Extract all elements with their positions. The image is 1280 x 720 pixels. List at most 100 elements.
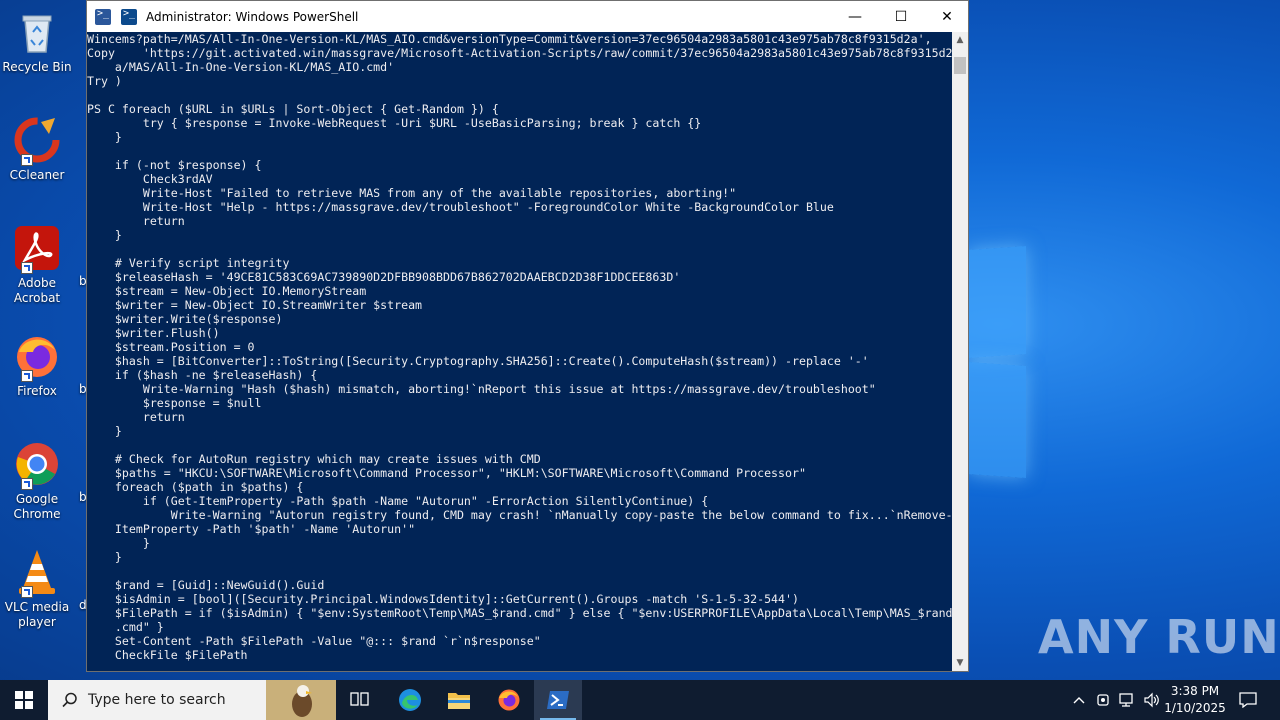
task-view-button[interactable] [336, 680, 384, 720]
desktop-icon-label: CCleaner [9, 168, 65, 182]
console-line: PS C foreach ($URL in $URLs | Sort-Objec… [87, 102, 499, 116]
taskbar-edge[interactable] [386, 680, 434, 720]
console-line: } [87, 228, 122, 242]
console-line: $isAdmin = [bool]([Security.Principal.Wi… [87, 592, 799, 606]
ccleaner-icon [13, 116, 61, 166]
volume-icon [1144, 692, 1159, 708]
console-line: $paths = "HKCU:\SOFTWARE\Microsoft\Comma… [87, 466, 806, 480]
windows-start-icon [15, 691, 33, 709]
console-line: Check3rdAV [87, 172, 213, 186]
tray-cloud[interactable] [1092, 680, 1114, 720]
taskbar: Type here to search 3:38 PM 1/10/2025 [0, 680, 1280, 720]
chevron-up-icon [1073, 697, 1085, 704]
console-line: } [87, 424, 122, 438]
powershell-icon [547, 691, 569, 709]
scrollbar-thumb[interactable] [954, 57, 966, 74]
window-titlebar[interactable]: Administrator: Windows PowerShell — ☐ ✕ [87, 1, 968, 32]
console-line: # Verify script integrity [87, 256, 290, 270]
taskbar-clock[interactable]: 3:38 PM 1/10/2025 [1162, 683, 1228, 717]
console-line: a/MAS/All-In-One-Version-KL/MAS_AIO.cmd' [87, 60, 395, 74]
scroll-down-arrow-icon[interactable]: ▼ [952, 655, 968, 671]
console-line: .cmd" } [87, 620, 164, 634]
console-line: $writer = New-Object IO.StreamWriter $st… [87, 298, 423, 312]
console-line: $hash = [BitConverter]::ToString([Securi… [87, 354, 869, 368]
console-line: foreach ($path in $paths) { [87, 480, 304, 494]
console-line: $stream = New-Object IO.MemoryStream [87, 284, 367, 298]
desktop-icon-google-chrome[interactable]: Google Chrome [2, 440, 72, 522]
console-line: return [87, 410, 185, 424]
maximize-button[interactable]: ☐ [878, 1, 924, 32]
search-highlight-bird-icon [266, 680, 336, 720]
tray-volume[interactable] [1140, 680, 1164, 720]
console-line: } [87, 536, 150, 550]
clock-date: 1/10/2025 [1164, 701, 1226, 715]
desktop-icon-label: Recycle Bin [2, 60, 72, 74]
console-line: $writer.Write($response) [87, 312, 283, 326]
taskbar-firefox[interactable] [485, 680, 533, 720]
console-line: Write-Host "Failed to retrieve MAS from … [87, 186, 737, 200]
console-line: if ($hash -ne $releaseHash) { [87, 368, 318, 382]
desktop-icon-label: Google Chrome [13, 492, 61, 521]
firefox-icon [13, 332, 61, 382]
anyrun-watermark: ANY RUN [1038, 610, 1280, 664]
console-line: ItemProperty -Path '$path' -Name 'Autoru… [87, 522, 416, 536]
close-button[interactable]: ✕ [924, 1, 970, 32]
window-title: Administrator: Windows PowerShell [146, 9, 359, 24]
desktop-icon-adobe-acrobat[interactable]: Adobe Acrobat [2, 224, 72, 306]
cloud-icon [1097, 694, 1109, 706]
console-line: Write-Warning "Hash ($hash) mismatch, ab… [87, 382, 876, 396]
recycle-bin-icon [13, 8, 61, 56]
desktop-icon-vlc[interactable]: VLC media player [2, 548, 72, 630]
powershell-icon [95, 8, 111, 25]
console-line: Write-Warning "Autorun registry found, C… [87, 508, 953, 522]
desktop-icon-ccleaner[interactable]: CCleaner [2, 116, 72, 183]
adobe-acrobat-icon [13, 224, 61, 274]
taskbar-file-explorer[interactable] [435, 680, 483, 720]
desktop-icon-recycle-bin[interactable]: Recycle Bin [2, 8, 72, 75]
minimize-button[interactable]: — [832, 1, 878, 32]
shortcut-arrow-icon [21, 154, 33, 166]
show-hidden-icons-button[interactable] [1068, 680, 1090, 720]
action-center-button[interactable] [1234, 680, 1262, 720]
desktop-icon-label: Firefox [17, 384, 57, 398]
console-line: Set-Content -Path $FilePath -Value "@:::… [87, 634, 541, 648]
taskbar-search-box[interactable]: Type here to search [48, 680, 336, 720]
console-line: $writer.Flush() [87, 326, 220, 340]
edge-icon [399, 689, 421, 711]
firefox-icon [498, 689, 520, 711]
desktop-icon-firefox[interactable]: Firefox [2, 332, 72, 399]
notification-icon [1239, 692, 1257, 708]
console-line: # Check for AutoRun registry which may c… [87, 452, 541, 466]
shortcut-arrow-icon [21, 370, 33, 382]
shortcut-arrow-icon [21, 262, 33, 274]
vertical-scrollbar[interactable]: ▲ ▼ [952, 32, 968, 671]
console-line: $FilePath = if ($isAdmin) { "$env:System… [87, 606, 953, 620]
desktop-icon-label: Adobe Acrobat [13, 276, 61, 305]
network-icon [1119, 693, 1133, 707]
start-button[interactable] [0, 680, 48, 720]
console-line: Try ) [87, 74, 122, 88]
console-line: $response = $null [87, 396, 262, 410]
console-line: return [87, 214, 185, 228]
tray-network[interactable] [1115, 680, 1139, 720]
console-line: if (Get-ItemProperty -Path $path -Name "… [87, 494, 709, 508]
scroll-up-arrow-icon[interactable]: ▲ [952, 32, 968, 48]
console-line: CheckFile $FilePath [87, 648, 248, 662]
console-line: $rand = [Guid]::NewGuid().Guid [87, 578, 325, 592]
taskbar-powershell[interactable] [534, 680, 582, 720]
powershell-window[interactable]: Administrator: Windows PowerShell — ☐ ✕ … [86, 0, 969, 672]
powershell-icon [121, 8, 137, 25]
chrome-icon [13, 440, 61, 490]
console-line: Copy 'https://git.activated.win/massgrav… [87, 46, 953, 60]
shortcut-arrow-icon [21, 478, 33, 490]
console-line: try { $response = Invoke-WebRequest -Uri… [87, 116, 702, 130]
console-output[interactable]: Wincems?path=/MAS/All-In-One-Version-KL/… [87, 32, 953, 671]
console-line: $releaseHash = '49CE81C583C69AC739890D2D… [87, 270, 681, 284]
shortcut-arrow-icon [21, 586, 33, 598]
desktop-icon-label: VLC media player [4, 600, 70, 629]
